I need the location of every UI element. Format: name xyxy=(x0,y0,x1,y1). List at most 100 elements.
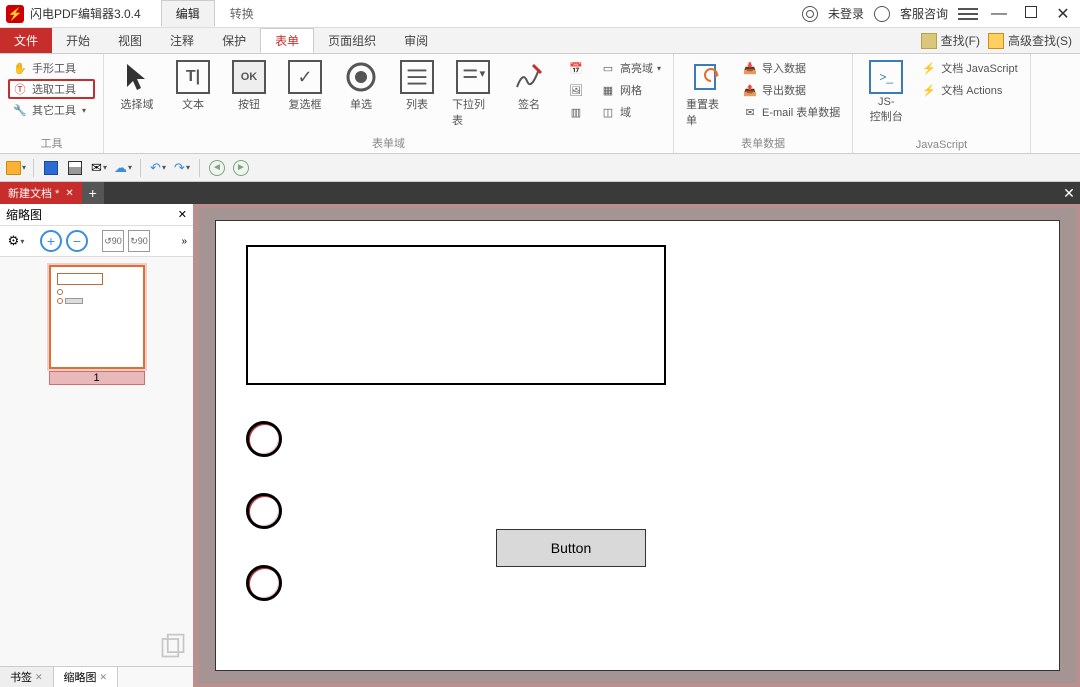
close-icon[interactable]: ✕ xyxy=(100,672,108,683)
minimize-button[interactable]: — xyxy=(988,5,1010,23)
login-status[interactable]: 未登录 xyxy=(828,5,864,22)
cursor-icon xyxy=(120,60,154,94)
close-icon[interactable]: ✕ xyxy=(35,672,43,683)
find-button[interactable]: 查找(F) xyxy=(921,32,980,49)
export-icon: 📤 xyxy=(742,82,758,98)
form-radio-3[interactable] xyxy=(246,565,282,601)
thumbnail-page-number: 1 xyxy=(49,371,145,385)
highlight-icon: ▭ xyxy=(600,60,616,76)
circle-left-icon: ◄ xyxy=(209,160,225,176)
rotate-ccw[interactable]: ↺90 xyxy=(102,230,124,252)
mail-button[interactable]: ✉ xyxy=(89,158,109,178)
customer-service[interactable]: 客服咨询 xyxy=(900,5,948,22)
export-data[interactable]: 📤导出数据 xyxy=(738,80,844,100)
group-label-js: JavaScript xyxy=(861,139,1021,153)
next-page-button[interactable]: ► xyxy=(231,158,251,178)
tab-review[interactable]: 审阅 xyxy=(390,28,442,53)
dropdown-icon xyxy=(456,60,490,94)
document-tab[interactable]: 新建文档 * ✕ xyxy=(0,182,82,204)
close-panel-icon[interactable]: ✕ xyxy=(178,208,187,221)
tab-view[interactable]: 视图 xyxy=(104,28,156,53)
image-tool[interactable]: 🖼 xyxy=(564,80,588,100)
domain-tool[interactable]: ◫域 xyxy=(596,102,665,122)
save-button[interactable] xyxy=(41,158,61,178)
reset-form-button[interactable]: 重置表单 xyxy=(682,58,732,130)
tab-file[interactable]: 文件 xyxy=(0,28,52,53)
button-field-button[interactable]: OK按钮 xyxy=(224,58,274,114)
form-radio-2[interactable] xyxy=(246,493,282,529)
import-icon: 📥 xyxy=(742,60,758,76)
ribbon: ✋手形工具 Ⓣ选取工具 🔧其它工具▾ 工具 选择域 T|文本 OK按钮 ✓复选框… xyxy=(0,54,1080,154)
form-text-field[interactable] xyxy=(246,245,666,385)
list-field-button[interactable]: 列表 xyxy=(392,58,442,114)
text-field-button[interactable]: T|文本 xyxy=(168,58,218,114)
open-button[interactable] xyxy=(6,158,26,178)
mode-tab-convert[interactable]: 转换 xyxy=(215,0,269,27)
tab-pageorg[interactable]: 页面组织 xyxy=(314,28,390,53)
calendar-tool[interactable]: 📅 xyxy=(564,58,588,78)
hand-icon: ✋ xyxy=(12,60,28,76)
form-button[interactable]: Button xyxy=(496,529,646,567)
app-logo-icon: ⚡ xyxy=(6,5,24,23)
doc-actions[interactable]: ⚡文档 Actions xyxy=(917,80,1021,100)
group-label-formfield: 表单域 xyxy=(112,135,665,153)
checkbox-field-button[interactable]: ✓复选框 xyxy=(280,58,330,114)
cloud-button[interactable]: ☁ xyxy=(113,158,133,178)
lightning-icon: ⚡ xyxy=(921,82,937,98)
close-all-tabs-button[interactable]: ✕ xyxy=(1058,182,1080,204)
other-tools[interactable]: 🔧其它工具▾ xyxy=(8,100,95,120)
zoom-in-thumb[interactable]: + xyxy=(40,230,62,252)
save-icon xyxy=(44,161,58,175)
rotate-cw[interactable]: ↻90 xyxy=(128,230,150,252)
print-icon xyxy=(68,161,82,175)
dropdown-field-button[interactable]: 下拉列表 xyxy=(448,58,498,130)
select-field-button[interactable]: 选择域 xyxy=(112,58,162,114)
thumb-options[interactable]: ⚙ xyxy=(6,231,26,251)
expand-icon[interactable]: » xyxy=(181,236,187,247)
signature-field-button[interactable]: 签名 xyxy=(504,58,554,114)
redo-button[interactable]: ↷ xyxy=(172,158,192,178)
side-panel-tabs: 书签✕ 缩略图✕ xyxy=(0,666,193,687)
hamburger-icon[interactable] xyxy=(958,8,978,20)
grid-toggle[interactable]: ▦网格 xyxy=(596,80,665,100)
print-button[interactable] xyxy=(65,158,85,178)
tab-annotate[interactable]: 注释 xyxy=(156,28,208,53)
circle-right-icon: ► xyxy=(233,160,249,176)
js-console-button[interactable]: >_JS- 控制台 xyxy=(861,58,911,126)
tab-start[interactable]: 开始 xyxy=(52,28,104,53)
console-icon: >_ xyxy=(869,60,903,94)
select-tool[interactable]: Ⓣ选取工具 xyxy=(8,79,95,99)
maximize-button[interactable] xyxy=(1020,5,1042,23)
menu-tabs: 文件 开始 视图 注释 保护 表单 页面组织 审阅 查找(F) 高级查找(S) xyxy=(0,28,1080,54)
mode-tabs: 编辑 转换 xyxy=(161,0,269,27)
cloud-icon: ☁ xyxy=(114,160,127,176)
thumbnail-page[interactable]: 1 xyxy=(49,265,145,385)
tab-protect[interactable]: 保护 xyxy=(208,28,260,53)
redo-icon: ↷ xyxy=(174,160,185,176)
wrench-icon: 🔧 xyxy=(12,102,28,118)
group-label-tools: 工具 xyxy=(8,135,95,153)
mode-tab-edit[interactable]: 编辑 xyxy=(161,0,215,27)
barcode-tool[interactable]: ▥ xyxy=(564,102,588,122)
advanced-find-button[interactable]: 高级查找(S) xyxy=(988,32,1072,49)
canvas[interactable]: Button xyxy=(195,204,1080,687)
quick-access-bar: ✉ ☁ ↶ ↷ ◄ ► xyxy=(0,154,1080,182)
import-data[interactable]: 📥导入数据 xyxy=(738,58,844,78)
radio-field-button[interactable]: 单选 xyxy=(336,58,386,114)
close-tab-icon[interactable]: ✕ xyxy=(65,188,73,199)
tab-form[interactable]: 表单 xyxy=(260,28,314,53)
highlight-field[interactable]: ▭高亮域▾ xyxy=(596,58,665,78)
sidetab-bookmarks[interactable]: 书签✕ xyxy=(0,667,54,687)
prev-page-button[interactable]: ◄ xyxy=(207,158,227,178)
side-panel: 缩略图 ✕ ⚙ + − ↺90 ↻90 » 1 书签✕ xyxy=(0,204,195,687)
sidetab-thumbnails[interactable]: 缩略图✕ xyxy=(54,667,119,687)
email-form-data[interactable]: ✉E-mail 表单数据 xyxy=(738,102,844,122)
zoom-out-thumb[interactable]: − xyxy=(66,230,88,252)
form-radio-1[interactable] xyxy=(246,421,282,457)
add-tab-button[interactable]: + xyxy=(82,182,104,204)
close-button[interactable]: ✕ xyxy=(1052,4,1074,24)
document-tab-label: 新建文档 * xyxy=(8,185,59,201)
hand-tool[interactable]: ✋手形工具 xyxy=(8,58,95,78)
undo-button[interactable]: ↶ xyxy=(148,158,168,178)
doc-javascript[interactable]: ⚡文档 JavaScript xyxy=(917,58,1021,78)
